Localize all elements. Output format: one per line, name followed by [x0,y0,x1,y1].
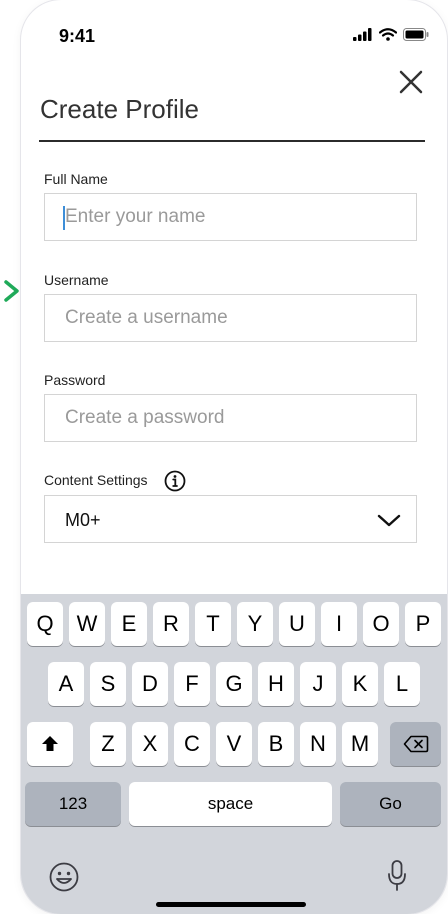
key-a[interactable]: A [48,662,84,706]
battery-icon [403,28,429,41]
key-m[interactable]: M [342,722,378,766]
go-key[interactable]: Go [340,782,441,826]
key-b[interactable]: B [258,722,294,766]
wifi-icon [379,28,397,41]
backspace-icon [403,735,428,753]
microphone-icon[interactable] [386,859,408,893]
status-bar: 9:41 [21,0,447,60]
key-y[interactable]: Y [237,602,273,646]
phone-screen: 9:41 Create Profile Full Name Enter your… [21,0,447,914]
key-k[interactable]: K [342,662,378,706]
key-p[interactable]: P [405,602,441,646]
key-n[interactable]: N [300,722,336,766]
signal-icon [353,28,372,41]
full-name-input[interactable] [45,194,416,240]
status-icons [353,28,429,41]
full-name-field[interactable] [44,193,417,241]
content-settings-select[interactable]: M0+ [44,495,417,543]
key-x[interactable]: X [132,722,168,766]
home-indicator [156,902,306,907]
key-o[interactable]: O [363,602,399,646]
key-q[interactable]: Q [27,602,63,646]
key-g[interactable]: G [216,662,252,706]
close-icon[interactable] [395,66,427,98]
key-v[interactable]: V [216,722,252,766]
full-name-label: Full Name [44,171,108,187]
key-u[interactable]: U [279,602,315,646]
username-label: Username [44,272,109,288]
username-field[interactable] [44,294,417,342]
page-title: Create Profile [40,94,199,124]
status-time: 9:41 [59,26,96,46]
chevron-down-icon [377,514,401,527]
shift-key[interactable] [27,722,73,766]
key-s[interactable]: S [90,662,126,706]
text-cursor [63,206,65,230]
shift-icon [42,736,58,751]
key-e[interactable]: E [111,602,147,646]
key-r[interactable]: R [153,602,189,646]
info-icon[interactable] [164,470,186,492]
content-settings-value: M0+ [65,510,101,530]
on-screen-keyboard: Q W E R T Y U I O P A S D F G H J K L Z … [21,594,447,914]
space-key[interactable]: space [129,782,332,826]
key-d[interactable]: D [132,662,168,706]
key-f[interactable]: F [174,662,210,706]
key-h[interactable]: H [258,662,294,706]
emoji-icon[interactable] [48,861,80,893]
password-field[interactable] [44,394,417,442]
key-t[interactable]: T [195,602,231,646]
key-l[interactable]: L [384,662,420,706]
numbers-key[interactable]: 123 [25,782,121,826]
key-i[interactable]: I [321,602,357,646]
key-z[interactable]: Z [90,722,126,766]
key-w[interactable]: W [69,602,105,646]
key-j[interactable]: J [300,662,336,706]
password-label: Password [44,372,106,388]
password-input[interactable] [45,395,416,441]
username-input[interactable] [45,295,416,341]
content-settings-label: Content Settings [44,472,148,488]
backspace-key[interactable] [390,722,441,766]
title-divider [39,140,425,142]
key-c[interactable]: C [174,722,210,766]
